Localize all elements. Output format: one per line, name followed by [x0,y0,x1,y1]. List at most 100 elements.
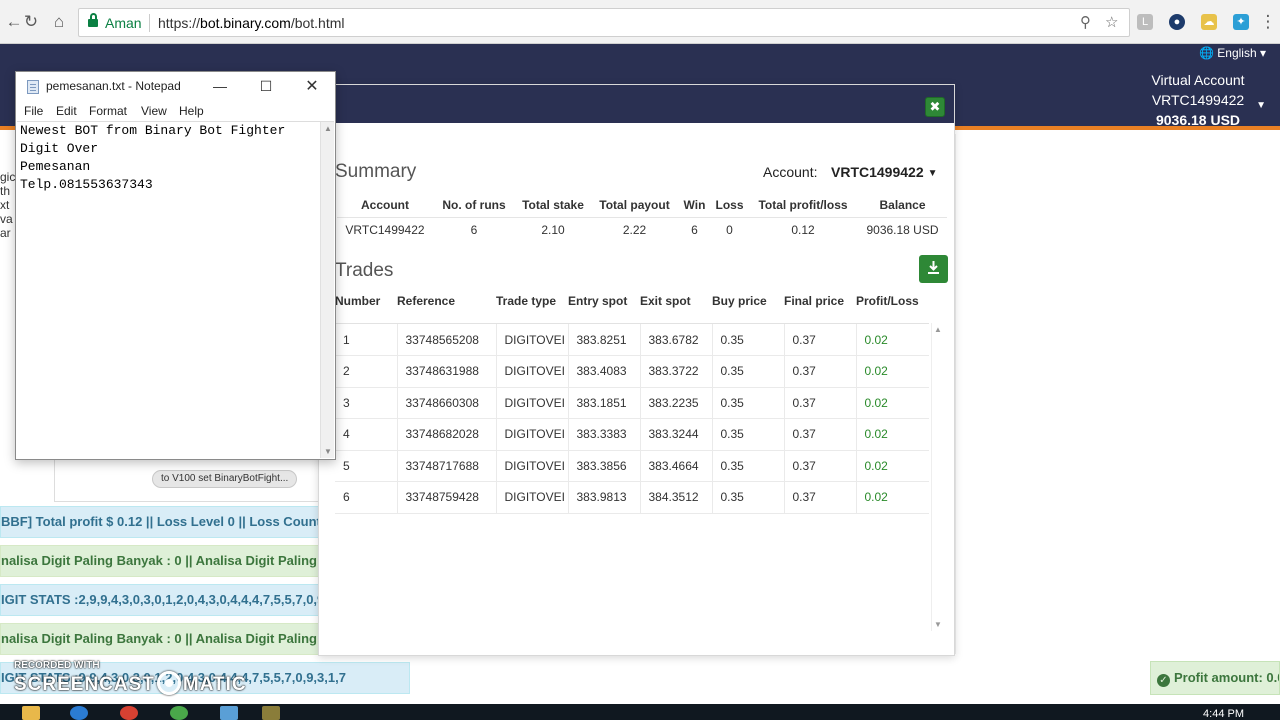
notepad-text-area[interactable]: Newest BOT from Binary Bot Fighter Digit… [17,121,334,459]
notepad-scrollbar[interactable]: ▲ ▼ [320,122,334,458]
menu-help[interactable]: Help [179,104,204,118]
account-caret-icon: ▼ [1256,100,1266,111]
reload-icon[interactable]: ↻ [21,12,41,32]
trade-cell: 0.37 [784,355,857,388]
menu-view[interactable]: View [141,104,167,118]
summary-cell: 2.10 [515,216,591,243]
trade-row: 5 33748717688 DIGITOVEI 383.3856 383.4664 0.3… [335,450,929,482]
trades-scrollbar[interactable]: ▲ ▼ [931,323,943,631]
profit-toast: ✓ Profit amount: 0.02 [1150,661,1280,695]
extension-bird-icon[interactable]: ✦ [1233,14,1249,30]
menu-edit[interactable]: Edit [56,104,77,118]
select-caret-icon: ▼ [927,168,938,179]
summary-header: Total profit/loss [758,197,848,212]
trade-cell: 0.02 [856,418,929,451]
trade-cell: 383.6782 [640,324,713,356]
trades-header[interactable]: Trade type [496,291,568,311]
blockly-block[interactable]: to V100 set BinaryBotFight... [152,470,298,488]
menu-file[interactable]: File [24,104,43,118]
download-button[interactable] [919,255,948,283]
file-explorer-icon[interactable] [22,706,40,720]
trades-header[interactable]: Final price [784,291,856,311]
trade-cell: 33748759428 [397,481,497,514]
background-panel [955,134,1280,654]
background-fragment: th [0,184,11,198]
scroll-down-icon[interactable]: ▼ [324,447,332,456]
trades-grid: 1 33748565208 DIGITOVEI 383.8251 383.6782 0.3… [335,323,929,631]
menu-format[interactable]: Format [89,104,127,118]
trades-header[interactable]: Reference [397,291,496,311]
extension-cloud-icon[interactable]: ☁ [1201,14,1217,30]
trade-cell: 0.02 [856,387,929,419]
close-button[interactable]: ✕ [289,72,335,101]
trade-cell: 5 [335,450,398,482]
summary-table: Account No. of runs Total stake Total pa… [337,193,947,243]
account-type: Virtual Account [1151,72,1245,88]
trade-row: 4 33748682028 DIGITOVEI 383.3383 383.3244 0.3… [335,418,929,451]
scroll-up-icon[interactable]: ▲ [324,124,332,133]
account-select-label: Account: [763,164,818,180]
trades-header[interactable]: Profit/Loss [856,291,930,311]
trade-row: 2 33748631988 DIGITOVEI 383.4083 383.3722 0.3… [335,355,929,388]
workspace-divider [54,501,324,502]
trade-cell: 383.3383 [568,418,641,451]
address-bar[interactable]: Aman https://bot.binary.com/bot.html ⚲ ☆ [78,8,1130,37]
trades-header[interactable]: Exit spot [640,291,712,311]
notepad-line: Pemesanan [20,159,91,174]
taskbar: 4:44 PM [0,704,1280,720]
minimize-button[interactable]: — [197,72,243,101]
trades-header[interactable]: Entry spot [568,291,640,311]
browser-toolbar: ← ↻ ⌂ Aman https://bot.binary.com/bot.ht… [0,0,1280,44]
trade-cell: 0.35 [712,324,785,356]
app-icon[interactable] [120,706,138,720]
trades-header[interactable]: Number [335,291,397,311]
maximize-button[interactable]: ☐ [243,72,289,101]
language-label: English [1217,46,1257,60]
account-switcher[interactable]: Virtual Account VRTC1499422 9036.18 USD … [1128,70,1268,130]
trade-cell: 383.4664 [640,450,713,482]
summary-cell: 2.22 [591,216,678,243]
background-fragment: va [0,212,13,226]
zoom-icon[interactable]: ⚲ [1080,13,1091,31]
trade-cell: 0.37 [784,387,857,419]
trades-header-table: Number Reference Trade type Entry spot E… [335,291,930,311]
browser-ie-icon[interactable] [70,706,88,720]
trade-cell: 383.3722 [640,355,713,388]
trade-cell: 0.02 [856,481,929,514]
scroll-up-icon[interactable]: ▲ [934,325,942,334]
trade-cell: 383.2235 [640,387,713,419]
trade-cell: 0.37 [784,418,857,451]
account-id: VRTC1499422 [1151,92,1245,108]
language-selector[interactable]: 🌐 English ▾ [1199,44,1266,62]
home-icon[interactable]: ⌂ [49,12,69,32]
trade-cell: 0.35 [712,450,785,482]
trade-row: 3 33748660308 DIGITOVEI 383.1851 383.2235 0.3… [335,387,929,419]
close-dialog-button[interactable]: ✖ [925,97,945,117]
background-fragment: ar [0,226,11,240]
extension-l-icon[interactable]: L [1137,14,1153,30]
summary-cell: 0.12 [748,216,858,243]
menu-icon[interactable]: ⋮ [1258,12,1278,32]
trades-header[interactable]: Buy price [712,291,784,311]
extension-circle-icon[interactable]: ● [1169,14,1185,30]
summary-cell: 9036.18 USD [858,216,947,243]
notepad-app-icon [27,80,39,94]
notepad-titlebar[interactable]: pemesanan.txt - Notepad — ☐ ✕ [16,72,335,101]
summary-header: Win [683,197,706,212]
app-icon[interactable] [262,706,280,720]
url-text[interactable]: https://bot.binary.com/bot.html [158,15,345,31]
trade-cell: DIGITOVEI [496,450,569,482]
bookmark-star-icon[interactable]: ☆ [1105,13,1118,31]
watermark-logo-icon [156,671,181,695]
scroll-down-icon[interactable]: ▼ [934,620,942,629]
trade-cell: DIGITOVEI [496,324,569,356]
trade-cell: 3 [335,387,398,419]
notepad-taskbar-icon[interactable] [220,706,238,720]
trade-cell: 0.37 [784,450,857,482]
trade-cell: 0.02 [856,450,929,482]
trade-cell: 0.02 [856,324,929,356]
account-select-value: VRTC1499422 [831,164,924,180]
trade-cell: 383.8251 [568,324,641,356]
chrome-icon[interactable] [170,706,188,720]
account-select[interactable]: VRTC1499422 ▼ [831,164,938,180]
